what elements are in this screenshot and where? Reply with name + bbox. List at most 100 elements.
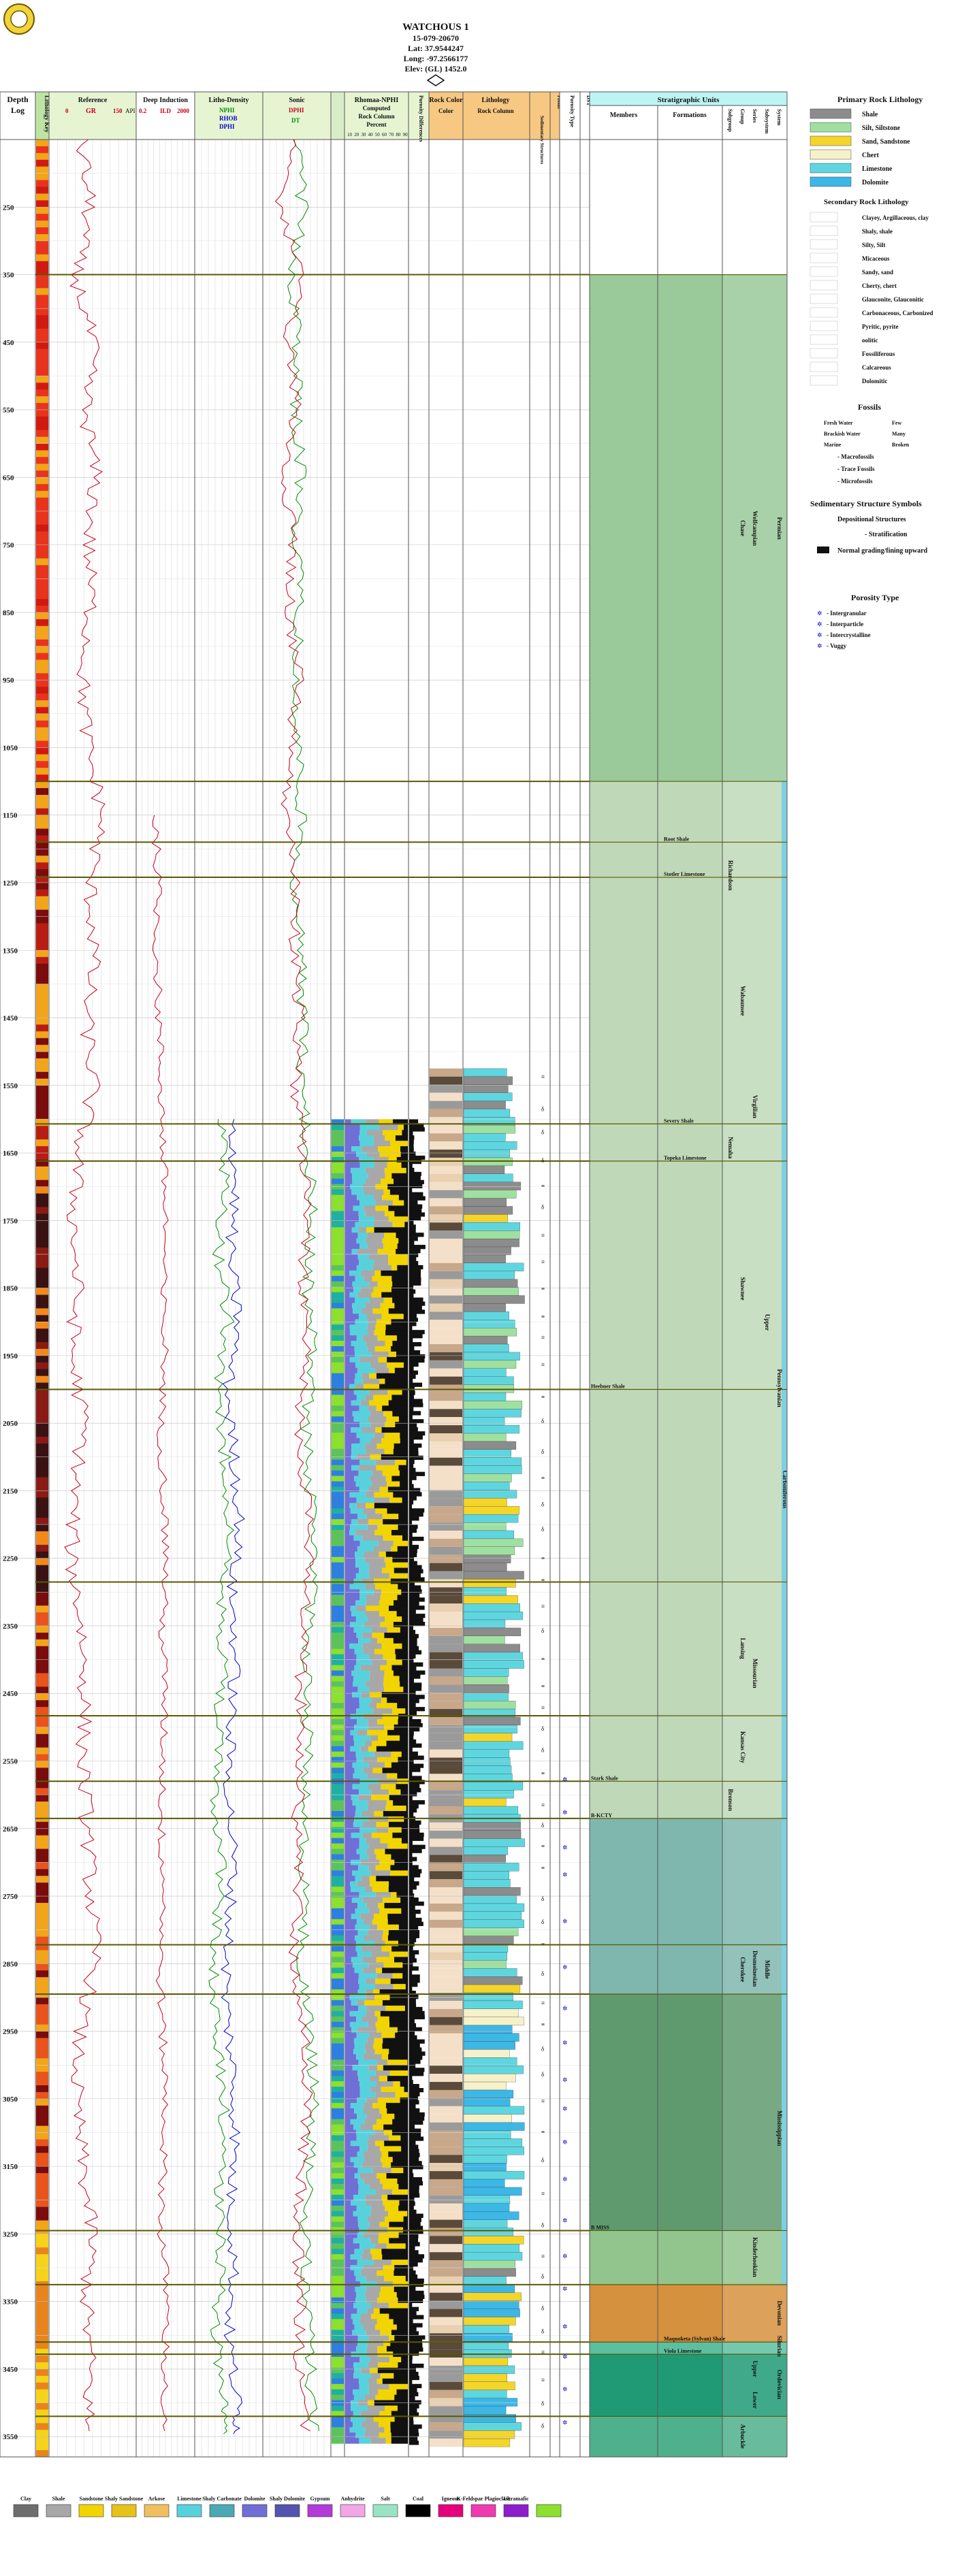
rhomaa-segment — [345, 1784, 353, 1790]
rhomaa-key-cell — [332, 2194, 344, 2201]
lithology-cell — [463, 1392, 507, 1401]
rhomaa-segment — [357, 1519, 368, 1525]
porosity-diff-bar — [409, 1471, 426, 1476]
rhomaa-segment — [345, 1746, 351, 1752]
rhomaa-key-cell — [332, 1827, 344, 1833]
sed-struct-title: Sedimentary Structures — [539, 116, 545, 164]
rhomaa-segment — [355, 1275, 364, 1282]
rhomaa-segment — [363, 1508, 376, 1514]
rhomaa-key-cell — [332, 1308, 344, 1314]
rhomaa-segment — [364, 2000, 383, 2006]
porosity-diff-bar — [409, 2002, 417, 2008]
fossil-icon: ≡ — [541, 1232, 545, 1239]
lithology-cell — [463, 1376, 514, 1385]
rock-color-cell — [430, 1587, 462, 1596]
fossil-icon: ≡ — [541, 1682, 545, 1689]
porosity-diff-bar — [409, 1159, 421, 1164]
rhomaa-segment — [389, 1795, 408, 1801]
lith-key-cell — [36, 599, 48, 606]
rhomaa-key-cell — [332, 1832, 344, 1839]
rhomaa-segment — [345, 2438, 359, 2444]
rhomaa-segment — [350, 2119, 365, 2125]
rhomaa-segment — [394, 2394, 408, 2401]
rock-color-cell — [430, 1076, 462, 1085]
rhomaa-segment — [371, 2205, 385, 2212]
porosity-diff-bar — [409, 1674, 421, 1679]
porosity-diff-bar — [409, 2084, 419, 2089]
rhomaa-sub1: Computed — [363, 105, 391, 112]
rhomaa-key-cell — [332, 2394, 344, 2401]
rhomaa-segment — [345, 1243, 360, 1250]
rhomaa-segment — [372, 2102, 386, 2109]
porosity-diff-bar — [409, 2031, 415, 2036]
rhomaa-segment — [391, 1346, 408, 1352]
rhomaa-segment — [359, 1130, 367, 1136]
rhomaa-segment — [345, 2032, 357, 2039]
rock-color-cell — [430, 2292, 462, 2301]
rhomaa-key-cell — [332, 1962, 344, 1968]
lith-key-cell — [36, 687, 48, 694]
rhomaa-segment — [345, 1124, 360, 1130]
lith-key-cell — [36, 1403, 48, 1410]
rock-color-cell — [430, 1465, 462, 1474]
rhomaa-segment — [345, 1643, 350, 1650]
porosity-diff-bar — [409, 2027, 422, 2032]
rock-color-cell — [430, 1181, 462, 1190]
lith-key-cell — [36, 1970, 48, 1978]
lithology-cell — [463, 1660, 524, 1669]
rhomaa-segment — [367, 1729, 388, 1736]
rhomaa-segment — [345, 2157, 351, 2163]
rhomaa-segment — [386, 1416, 399, 1422]
rhomaa-segment — [359, 1200, 376, 1206]
porosity-diff-bar — [409, 2043, 420, 2048]
rhomaa-segment — [372, 1308, 389, 1314]
lith-key-cell — [36, 1936, 48, 1944]
rhomaa-segment — [357, 1254, 369, 1260]
rhomaa-segment — [392, 2119, 408, 2125]
rhomaa-segment — [345, 1968, 355, 1974]
rhomaa-segment — [345, 1627, 354, 1633]
rhomaa-segment — [363, 2102, 372, 2109]
rhomaa-segment — [345, 1984, 359, 1990]
lithology-cell — [463, 1295, 525, 1304]
lith-key-cell — [36, 308, 48, 316]
rhomaa-segment — [367, 1525, 378, 1531]
rhomaa-segment — [360, 2313, 372, 2319]
rhomaa-segment — [398, 1718, 408, 1725]
lith-key-cell — [36, 2261, 48, 2268]
rhomaa-segment — [353, 1389, 370, 1395]
fossil-icon: δ — [541, 2422, 544, 2429]
rhomaa-segment — [380, 1665, 392, 1671]
bottom-legend-swatch — [372, 2504, 398, 2517]
rock-color-title: Rock Color — [429, 97, 463, 104]
rhomaa-key-cell — [332, 1902, 344, 1909]
lith-key-cell — [36, 2443, 48, 2451]
porosity-diff-bar — [409, 1913, 416, 1919]
rhomaa-segment — [383, 1297, 393, 1303]
rhomaa-key-cell — [332, 2238, 344, 2244]
rhomaa-segment — [379, 2146, 402, 2152]
rhomaa-key-cell — [332, 1416, 344, 1422]
rhomaa-segment — [354, 1767, 364, 1774]
rhomaa-segment — [384, 1670, 394, 1676]
rhomaa-segment — [367, 1324, 376, 1331]
porosity-diff-bar — [409, 1637, 417, 1643]
rhomaa-segment — [356, 1605, 366, 1612]
rhomaa-segment — [370, 1362, 387, 1369]
rhomaa-tick-label: 20 — [354, 132, 359, 137]
porosity-diff-bar — [409, 1788, 421, 1793]
rhomaa-segment — [391, 1265, 398, 1271]
rock-color-cell — [430, 2252, 462, 2261]
rhomaa-segment — [396, 2292, 408, 2298]
rhomaa-segment — [358, 2059, 378, 2066]
rhomaa-segment — [401, 1751, 408, 1758]
lith-key-cell — [36, 1207, 48, 1214]
bottom-legend-label: Ultramafic — [503, 2496, 529, 2502]
bottom-legend-swatch — [405, 2504, 431, 2517]
bottom-legend-swatch — [46, 2504, 71, 2517]
rhomaa-segment — [373, 2260, 392, 2266]
rhomaa-key-cell — [332, 2010, 344, 2017]
rhomaa-segment — [383, 1243, 398, 1250]
lith-key-cell — [36, 808, 48, 816]
legend-porosity-label: - Intergranular — [827, 610, 867, 617]
